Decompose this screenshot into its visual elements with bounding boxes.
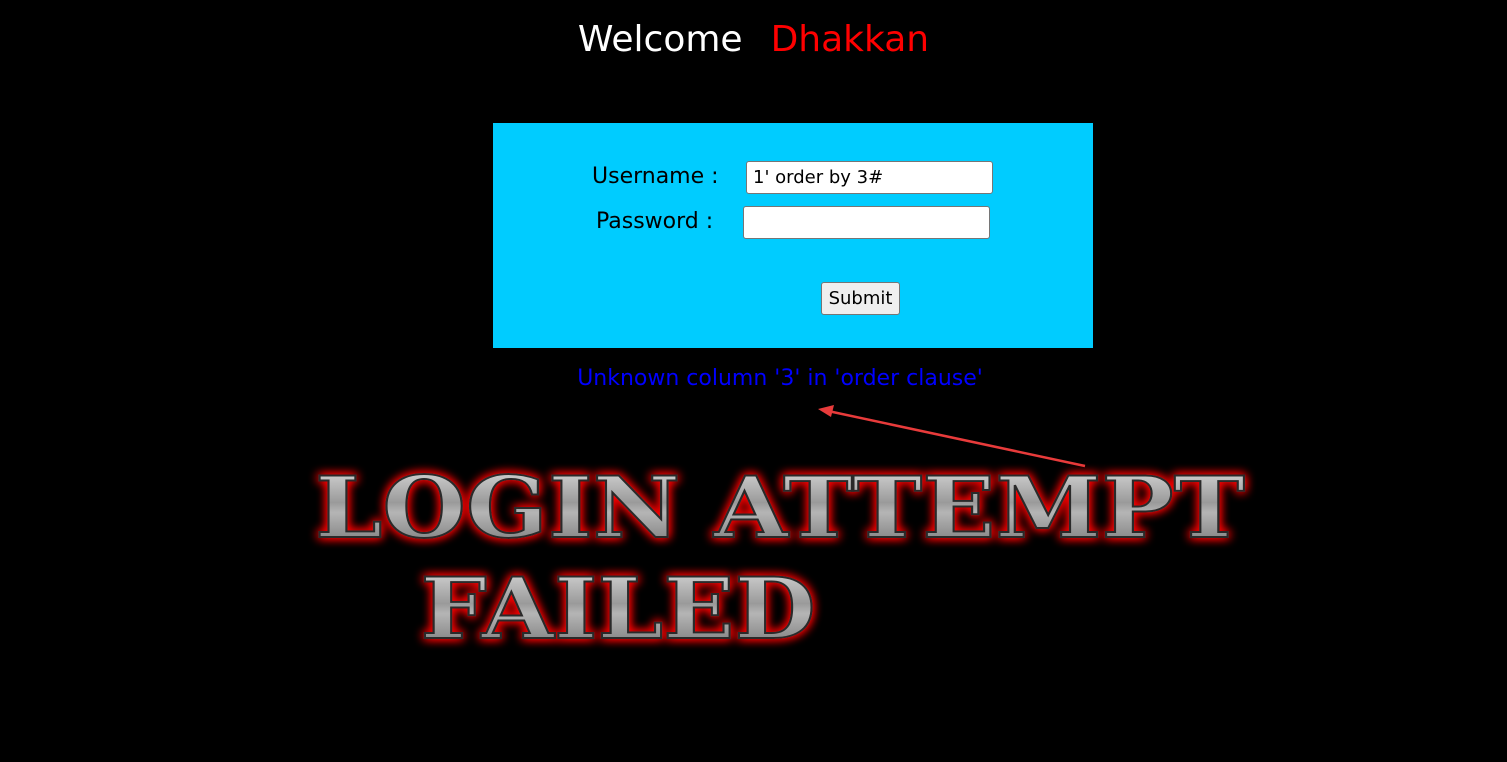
submit-button[interactable]: Submit bbox=[821, 282, 900, 315]
arrow-head-icon bbox=[818, 405, 834, 417]
welcome-text: Welcome bbox=[577, 19, 743, 60]
welcome-heading: Welcome Dhakkan bbox=[0, 18, 1507, 62]
login-form: Username : Password : Submit bbox=[493, 123, 1093, 348]
banner-line-1: LOGIN ATTEMPT bbox=[315, 458, 1245, 557]
banner-line-2: FAILED bbox=[421, 559, 816, 658]
password-input[interactable] bbox=[743, 206, 990, 239]
user-name: Dhakkan bbox=[770, 19, 930, 60]
page: Welcome Dhakkan Username : Password : Sub… bbox=[0, 0, 1507, 762]
username-input[interactable] bbox=[746, 161, 993, 194]
password-label: Password : bbox=[596, 209, 714, 234]
sql-error-message: Unknown column '3' in 'order clause' bbox=[577, 366, 983, 391]
username-label: Username : bbox=[592, 164, 719, 189]
login-failed-banner: LOGIN ATTEMPT FAILED bbox=[314, 457, 1246, 659]
